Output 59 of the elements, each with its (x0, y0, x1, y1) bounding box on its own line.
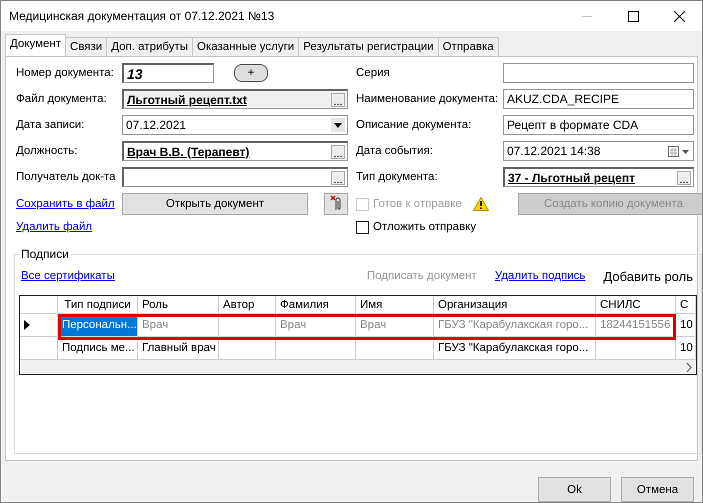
column-header[interactable]: Автор (219, 296, 276, 314)
column-header[interactable]: Имя (356, 296, 434, 314)
lookup-field[interactable]: 37 - Льготный рецепт (503, 167, 694, 187)
field-label: Серия (356, 67, 391, 79)
field-label: Дата события: (356, 145, 434, 157)
corner-cell (20, 296, 58, 314)
save-to-file-link[interactable]: Сохранить в файл (16, 198, 115, 210)
field-label: Файл документа: (16, 93, 108, 105)
ellipsis-icon[interactable] (331, 170, 345, 184)
scroll-right-icon[interactable] (686, 362, 692, 372)
column-header[interactable]: Организация (434, 296, 596, 314)
action-button[interactable]: Добавить роль (599, 266, 697, 286)
table-cell: 10 (676, 337, 696, 360)
field-label: Дата записи: (16, 119, 86, 131)
field-label: Номер документа: (16, 67, 115, 79)
text-field[interactable]: Рецепт в формате CDA (503, 115, 694, 135)
field-label: Должность: (16, 145, 78, 157)
document-number-field[interactable]: 13 (122, 63, 214, 83)
ellipsis-icon[interactable] (331, 144, 345, 158)
delete-file-link[interactable]: Удалить файл (16, 221, 92, 233)
field-label: Получатель док-та (16, 171, 117, 183)
column-header[interactable]: Роль (138, 296, 219, 314)
ellipsis-icon[interactable] (677, 170, 691, 184)
all-certificates-link[interactable]: Все сертификаты (21, 270, 115, 282)
ellipsis-icon[interactable] (331, 92, 345, 106)
dialog-button[interactable]: Ok (538, 477, 611, 502)
paperclip-icon (330, 194, 342, 210)
checkbox-label: Готов к отправке (373, 198, 463, 210)
lookup-field[interactable]: Врач В.В. (Терапевт) (122, 141, 348, 161)
column-header[interactable]: С (676, 296, 696, 314)
detach-file-button[interactable] (324, 193, 348, 215)
lookup-field[interactable]: Льготный рецепт.txt (122, 89, 348, 109)
field-label: Описание документа: (356, 119, 472, 131)
text-field[interactable] (503, 63, 694, 83)
lookup-field[interactable] (122, 167, 348, 187)
date-field[interactable]: 07.12.2021 14:38 (503, 141, 694, 161)
text-field[interactable]: AKUZ.CDA_RECIPE (503, 89, 694, 109)
dropdown-icon[interactable] (331, 118, 345, 132)
table-cell: 10 (676, 314, 696, 337)
open-document-button[interactable]: Открыть документ (122, 193, 308, 215)
column-header[interactable]: Фамилия (276, 296, 356, 314)
action-link[interactable]: Удалить подпись (490, 268, 590, 284)
date-field[interactable]: 07.12.2021 (122, 115, 348, 135)
row-header[interactable] (20, 314, 58, 337)
calendar-icon[interactable] (668, 145, 690, 157)
tab[interactable]: Документ (5, 34, 66, 56)
field-label: Тип документа: (356, 171, 439, 183)
group-title: Подписи (20, 247, 70, 261)
checkbox-label: Отложить отправку (373, 221, 478, 233)
warning-icon (473, 197, 489, 211)
column-header[interactable]: СНИЛС (596, 296, 676, 314)
dialog-button[interactable]: Отмена (621, 477, 694, 502)
add-button[interactable]: + (234, 64, 268, 82)
field-label: Наименование документа: (356, 93, 500, 105)
column-header[interactable]: Тип подписи (58, 296, 138, 314)
checkbox[interactable] (356, 220, 369, 234)
horizontal-scrollbar[interactable] (20, 360, 696, 374)
window-title: Медицинская документация от 07.12.2021 №13 (9, 9, 276, 23)
tab[interactable]: Отправка (438, 37, 499, 56)
